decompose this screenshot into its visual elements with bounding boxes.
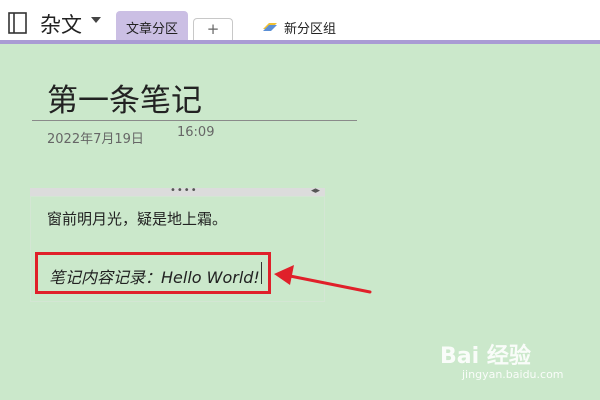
notebook-toolbar: 杂文 文章分区 + 新分区组 (0, 0, 600, 40)
notebook-title[interactable]: 杂文 (40, 9, 82, 39)
section-group-icon[interactable] (262, 20, 278, 32)
drag-handle-icon[interactable]: •••• (170, 186, 198, 196)
section-group-label[interactable]: 新分区组 (284, 18, 336, 37)
tab-section[interactable]: 文章分区 (116, 11, 188, 40)
tab-section-label: 文章分区 (125, 22, 178, 37)
notebook-icon[interactable] (8, 12, 28, 34)
watermark-brand: Bai 经验 (440, 344, 531, 369)
text-cursor (261, 262, 262, 284)
note-text-line[interactable]: 窗前明月光，疑是地上霜。 (47, 208, 227, 229)
add-section-button[interactable]: + (193, 18, 233, 40)
page-date: 2022年7月19日 (47, 132, 144, 147)
page-title[interactable]: 第一条笔记 (47, 75, 202, 120)
page-time: 16:09 (177, 125, 215, 140)
watermark-url: jingyan.baidu.com (462, 368, 564, 381)
note-text-highlighted[interactable]: 笔记内容记录：Hello World! (49, 264, 260, 288)
resize-arrows-icon[interactable]: ◂▸ (311, 186, 320, 196)
title-divider (32, 120, 357, 121)
baidu-watermark: Bai 经验 jingyan.baidu.com (440, 338, 564, 381)
red-arrow-icon (274, 265, 372, 294)
chevron-down-icon[interactable] (91, 17, 101, 23)
